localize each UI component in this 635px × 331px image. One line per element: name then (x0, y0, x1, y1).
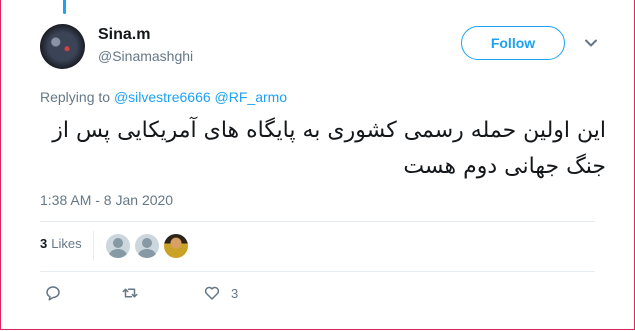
heart-icon (204, 286, 220, 300)
divider (40, 221, 595, 222)
likes-label: Likes (51, 236, 82, 251)
liker-avatar[interactable] (135, 234, 159, 258)
chevron-down-icon[interactable] (584, 36, 598, 50)
liker-avatar[interactable] (106, 234, 130, 258)
author-name[interactable]: Sina.m (98, 26, 150, 44)
like-count: 3 (231, 285, 239, 301)
likes-summary[interactable]: 3 Likes (40, 236, 82, 251)
replying-to-label: Replying to (40, 89, 111, 105)
retweet-button[interactable] (121, 284, 149, 302)
mention-link[interactable]: @silvestre6666 (114, 89, 211, 105)
reply-button[interactable] (44, 284, 72, 302)
tweet-timestamp[interactable]: 1:38 AM - 8 Jan 2020 (40, 192, 173, 208)
avatar[interactable] (40, 24, 85, 69)
author-handle[interactable]: @Sinamashghi (98, 48, 193, 64)
liker-avatar[interactable] (164, 234, 188, 258)
follow-button[interactable]: Follow (461, 26, 565, 60)
retweet-icon (122, 288, 138, 298)
reply-icon (46, 286, 60, 301)
tweet-text: این اولین حمله رسمی کشوری به پایگاه های … (52, 118, 606, 179)
replying-to: Replying to @silvestre6666 @RF_armo (40, 89, 287, 105)
divider (40, 271, 595, 272)
like-button[interactable]: 3 (203, 284, 238, 302)
likes-count: 3 (40, 236, 48, 251)
thread-connector-line (63, 0, 66, 14)
mention-link[interactable]: @RF_armo (215, 89, 288, 105)
divider (93, 231, 94, 261)
